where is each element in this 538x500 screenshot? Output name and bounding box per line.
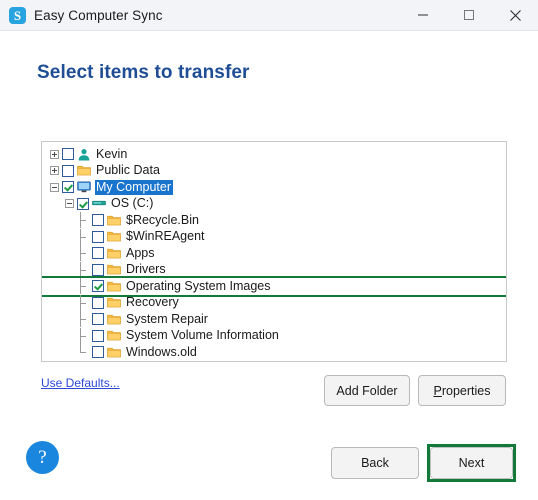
window-controls (400, 0, 538, 30)
expand-icon[interactable] (50, 166, 59, 176)
tree-item-system-volume-information[interactable]: System Volume Information (42, 327, 506, 345)
item-tree-panel[interactable]: Kevin Public Data My Computer OS (C:) $Recyc… (41, 141, 507, 362)
maximize-icon[interactable] (446, 0, 492, 30)
tree-item-checkbox[interactable] (92, 247, 104, 260)
add-folder-button[interactable]: Add Folder (324, 375, 410, 406)
tree-item-drivers[interactable]: Drivers (42, 261, 506, 279)
close-icon[interactable] (492, 0, 538, 30)
item-tree-list: Kevin Public Data My Computer OS (C:) $Recyc… (42, 142, 506, 361)
tree-item-label: Kevin (96, 146, 128, 161)
tree-item-public-data[interactable]: Public Data (42, 163, 506, 180)
tree-item-label: System Repair (126, 311, 208, 326)
tree-item-checkbox[interactable] (62, 181, 74, 194)
tree-item-label: My Computer (95, 179, 174, 195)
tree-item-label: Recovery (126, 295, 179, 310)
tree-item-label: Drivers (126, 262, 166, 277)
tree-item-label: $WinREAgent (126, 229, 205, 244)
back-button[interactable]: Back (331, 447, 419, 479)
tree-item-label: $Recycle.Bin (126, 212, 199, 227)
tree-item-apps[interactable]: Apps (42, 245, 506, 262)
tree-connector-line (80, 261, 92, 278)
tree-item-checkbox[interactable] (92, 263, 104, 276)
folder-icon (107, 230, 121, 243)
monitor-icon (77, 181, 91, 194)
tree-connector-line (80, 278, 92, 295)
help-button[interactable]: ? (26, 441, 59, 474)
minimize-icon[interactable] (400, 0, 446, 30)
tree-item-recovery[interactable]: Recovery (42, 294, 506, 312)
tree-item-recycle-bin[interactable]: $Recycle.Bin (42, 212, 506, 229)
next-button-highlight (427, 444, 516, 482)
folder-icon (107, 247, 121, 260)
tree-item-checkbox[interactable] (92, 329, 104, 342)
tree-item-my-computer[interactable]: My Computer (42, 179, 506, 196)
page-title: Select items to transfer (37, 62, 250, 83)
tree-item-checkbox[interactable] (92, 214, 104, 227)
window-title: Easy Computer Sync (34, 7, 163, 23)
tree-connector-line (80, 294, 92, 311)
drive-icon (92, 197, 106, 210)
tree-item-label: Operating System Images (126, 278, 271, 293)
tree-item-label: System Volume Information (126, 328, 279, 343)
folder-icon (107, 313, 121, 326)
tree-connector-line (80, 228, 92, 245)
folder-icon (77, 164, 91, 177)
tree-connector-line (80, 311, 92, 328)
tree-item-operating-system-images[interactable]: Operating System Images (42, 276, 506, 297)
tree-connector-line (80, 327, 92, 344)
properties-button[interactable]: Properties (418, 375, 506, 406)
tree-item-label: Windows.old (126, 344, 197, 359)
collapse-icon[interactable] (50, 182, 59, 192)
user-icon (77, 148, 91, 161)
properties-accelerator: P (433, 383, 442, 398)
use-defaults-link[interactable]: Use Defaults... (41, 376, 120, 390)
window-title-bar: S Easy Computer Sync (0, 0, 538, 31)
folder-icon (107, 296, 121, 309)
folder-icon (107, 280, 121, 293)
tree-item-windows-old[interactable]: Windows.old (42, 344, 506, 361)
tree-connector-line (80, 344, 92, 360)
tree-item-os-c[interactable]: OS (C:) (42, 196, 506, 213)
tree-item-winreagent[interactable]: $WinREAgent (42, 228, 506, 246)
properties-label-rest: roperties (441, 383, 491, 398)
tree-item-label: Apps (126, 245, 155, 260)
tree-item-checkbox[interactable] (77, 197, 89, 210)
tree-item-checkbox[interactable] (92, 280, 104, 293)
tree-item-checkbox[interactable] (92, 296, 104, 309)
tree-item-checkbox[interactable] (92, 230, 104, 243)
app-logo-icon: S (9, 6, 26, 24)
tree-item-checkbox[interactable] (62, 148, 74, 161)
folder-icon (107, 329, 121, 342)
folder-icon (107, 214, 121, 227)
collapse-icon[interactable] (65, 199, 74, 209)
tree-item-label: OS (C:) (111, 196, 154, 211)
tree-connector-line (80, 245, 92, 262)
tree-item-system-repair[interactable]: System Repair (42, 311, 506, 328)
folder-icon (107, 263, 121, 276)
tree-item-checkbox[interactable] (62, 164, 74, 177)
tree-connector-line (80, 212, 92, 229)
expand-icon[interactable] (50, 149, 59, 159)
tree-item-checkbox[interactable] (92, 313, 104, 326)
tree-item-kevin[interactable]: Kevin (42, 146, 506, 163)
folder-icon (107, 346, 121, 359)
tree-item-checkbox[interactable] (92, 346, 104, 359)
tree-item-label: Public Data (96, 163, 160, 178)
